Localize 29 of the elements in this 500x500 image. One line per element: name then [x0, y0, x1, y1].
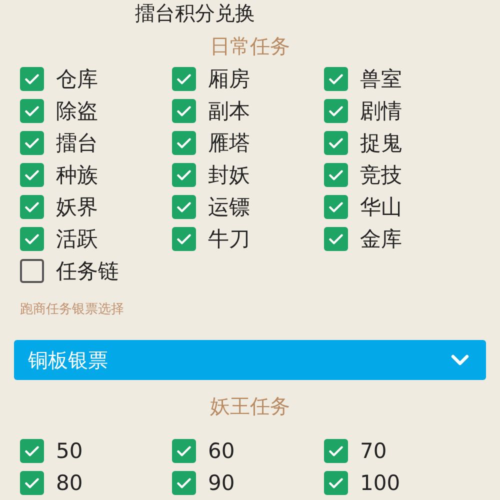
task-checkbox[interactable]: 仓库 [20, 66, 98, 92]
task-checkbox[interactable]: 100 [324, 470, 400, 496]
task-checkbox[interactable]: 牛刀 [172, 226, 250, 252]
task-checkbox[interactable]: 封妖 [172, 162, 250, 188]
section-title: 妖王任务 [209, 393, 291, 420]
field-label: 跑商任务银票选择 [19, 301, 125, 318]
task-checkbox[interactable]: 竞技 [324, 162, 402, 188]
task-checkbox[interactable]: 活跃 [20, 226, 98, 252]
task-checkbox[interactable]: 副本 [172, 98, 250, 124]
task-checkbox[interactable]: 80 [20, 470, 83, 496]
task-checkbox[interactable]: 种族 [20, 162, 98, 188]
task-checkbox[interactable]: 除盗 [20, 98, 98, 124]
task-checkbox[interactable]: 运镖 [172, 194, 250, 220]
task-checkbox[interactable]: 擂台 [20, 130, 98, 156]
task-checkbox[interactable]: 雁塔 [172, 130, 250, 156]
task-checkbox[interactable]: 华山 [324, 194, 402, 220]
task-checkbox[interactable]: 任务链 [20, 258, 119, 284]
section-title: 日常任务 [209, 33, 291, 60]
task-checkbox[interactable]: 捉鬼 [324, 130, 402, 156]
task-checkbox[interactable]: 兽室 [324, 66, 402, 92]
task-checkbox[interactable]: 60 [172, 438, 235, 464]
task-checkbox[interactable]: 剧情 [324, 98, 402, 124]
task-checkbox[interactable]: 厢房 [172, 66, 250, 92]
task-checkbox[interactable]: 50 [20, 438, 83, 464]
task-label: 擂台积分兑换 [135, 2, 255, 24]
task-checkbox[interactable]: 70 [324, 438, 387, 464]
task-checkbox[interactable]: 妖界 [20, 194, 98, 220]
task-checkbox[interactable]: 90 [172, 470, 235, 496]
task-checkbox[interactable]: 金库 [324, 226, 402, 252]
